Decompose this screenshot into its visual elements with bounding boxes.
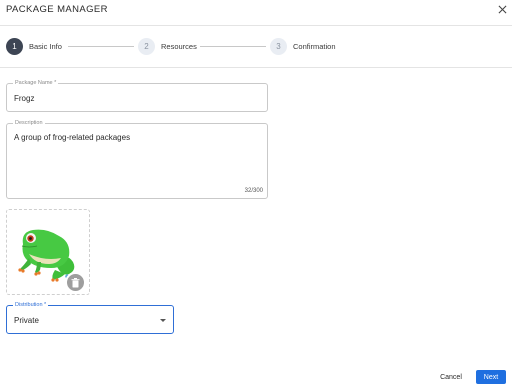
step-connector	[200, 46, 266, 47]
stepper: 1 Basic Info 2 Resources 3 Confirmation	[0, 26, 512, 68]
trash-icon	[71, 277, 80, 287]
step-number: 1	[6, 37, 23, 55]
package-name-value: Frogz	[14, 94, 35, 103]
step-number: 2	[138, 37, 155, 55]
package-name-label: Package Name *	[13, 79, 59, 88]
step-confirmation[interactable]: 3 Confirmation	[270, 37, 336, 55]
chevron-down-icon	[160, 319, 166, 322]
distribution-select[interactable]: Distribution * Private	[6, 301, 174, 334]
step-label: Confirmation	[293, 41, 336, 51]
step-label: Basic Info	[29, 41, 62, 51]
package-name-field[interactable]: Package Name * Frogz	[6, 79, 268, 112]
step-connector	[68, 46, 134, 47]
close-icon[interactable]	[495, 2, 509, 16]
step-resources[interactable]: 2 Resources	[138, 37, 197, 55]
next-button[interactable]: Next	[476, 370, 506, 384]
dialog-title: PACKAGE MANAGER	[6, 4, 108, 15]
description-field[interactable]: Description A group of frog-related pack…	[6, 119, 268, 199]
description-label: Description	[13, 119, 45, 128]
close-icon-glyph	[498, 5, 506, 13]
step-label: Resources	[161, 41, 197, 51]
cancel-button[interactable]: Cancel	[434, 370, 468, 384]
distribution-value: Private	[14, 316, 39, 325]
description-value: A group of frog-related packages	[14, 133, 131, 142]
step-basic-info[interactable]: 1 Basic Info	[6, 37, 62, 55]
character-counter: 32/300	[244, 188, 263, 194]
step-number: 3	[270, 37, 287, 55]
distribution-label: Distribution *	[13, 301, 49, 310]
delete-image-button[interactable]	[65, 272, 86, 293]
dialog-header: PACKAGE MANAGER	[0, 0, 512, 26]
